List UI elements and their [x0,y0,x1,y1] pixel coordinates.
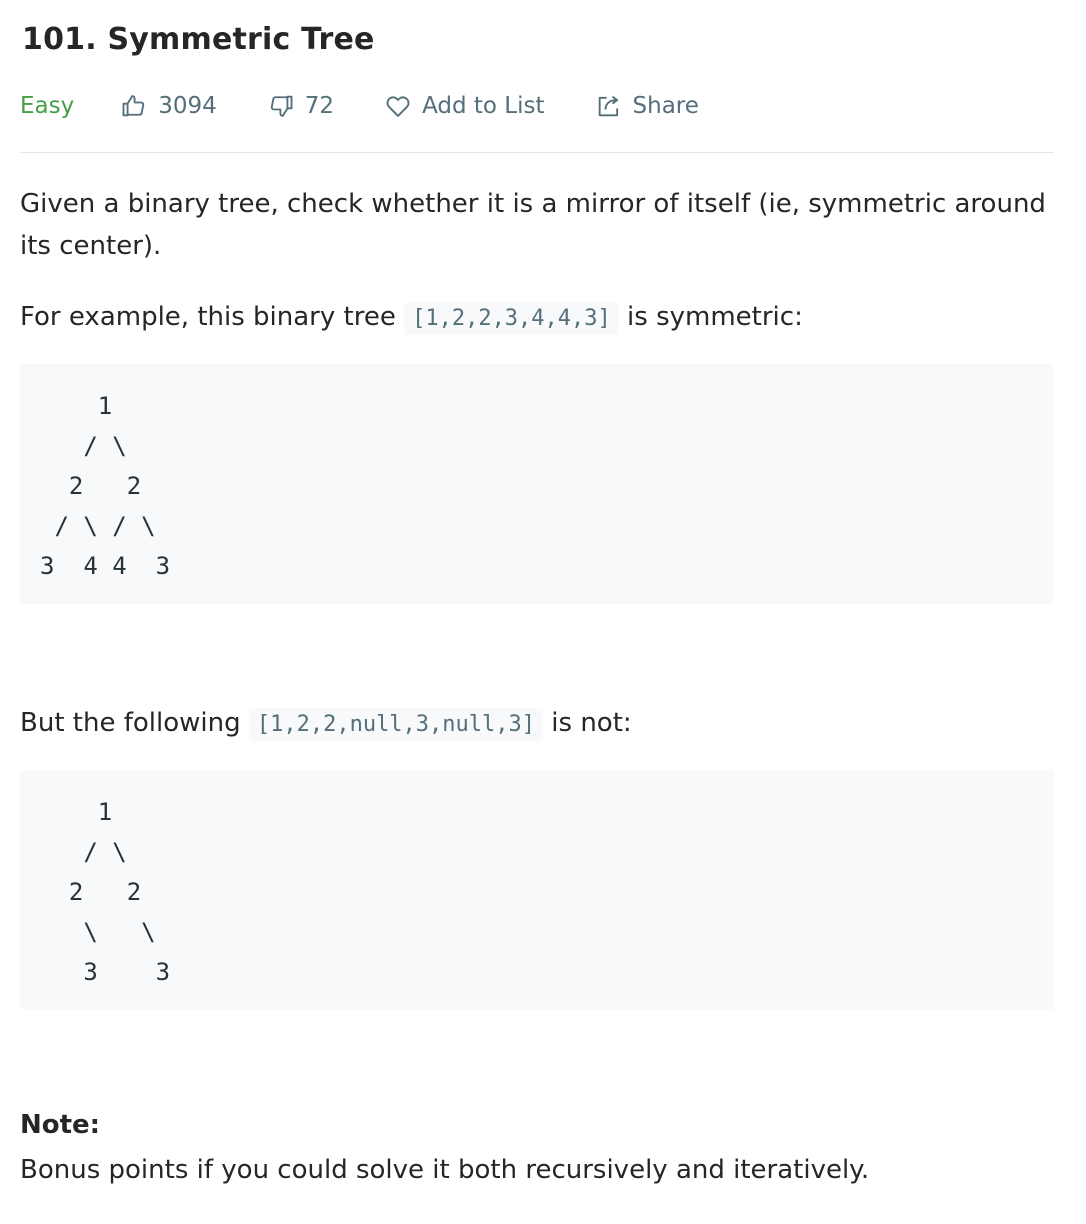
example-1-code: [1,2,2,3,4,4,3] [404,302,619,335]
add-to-list-button[interactable]: Add to List [384,92,545,120]
thumbs-down-icon [270,95,293,117]
share-label: Share [632,93,699,119]
example-2-tree: 1 / \ 2 2 \ \ 3 3 [68,798,171,986]
likes-count: 3094 [158,93,217,119]
example-1-text: For example, this binary tree [1,2,2,3,4… [20,296,1054,340]
example-2-prefix: But the following [20,708,241,738]
dislikes-count: 72 [304,93,335,119]
example-1-tree-block: 1 / \ 2 2 / \ / \ 3 4 4 3 [20,364,1054,604]
problem-title: 101. Symmetric Tree [22,22,375,57]
add-to-list-label: Add to List [422,93,545,119]
example-2-code: [1,2,2,null,3,null,3] [248,708,544,741]
share-button[interactable]: Share [595,92,699,120]
example-2-text: But the following [1,2,2,null,3,null,3] … [20,702,1054,746]
note-text: Bonus points if you could solve it both … [20,1155,870,1185]
thumbs-up-icon [122,95,145,117]
difficulty-label: Easy [20,93,75,119]
example-1-prefix: For example, this binary tree [20,302,396,332]
like-button[interactable]: 3094 [120,92,217,120]
example-1-suffix: is symmetric: [627,302,803,332]
header-divider [20,152,1054,153]
problem-intro: Given a binary tree, check whether it is… [20,189,1046,261]
example-2-tree-block: 1 / \ 2 2 \ \ 3 3 [20,770,1054,1010]
problem-meta-bar: Easy 3094 72 Add to List Share [20,86,749,126]
note-label: Note: [20,1110,101,1140]
share-icon [598,95,618,117]
example-1-tree: 1 / \ 2 2 / \ / \ 3 4 4 3 [40,392,171,580]
example-2-suffix: is not: [551,708,632,738]
dislike-button[interactable]: 72 [267,92,334,120]
heart-icon [386,96,410,117]
